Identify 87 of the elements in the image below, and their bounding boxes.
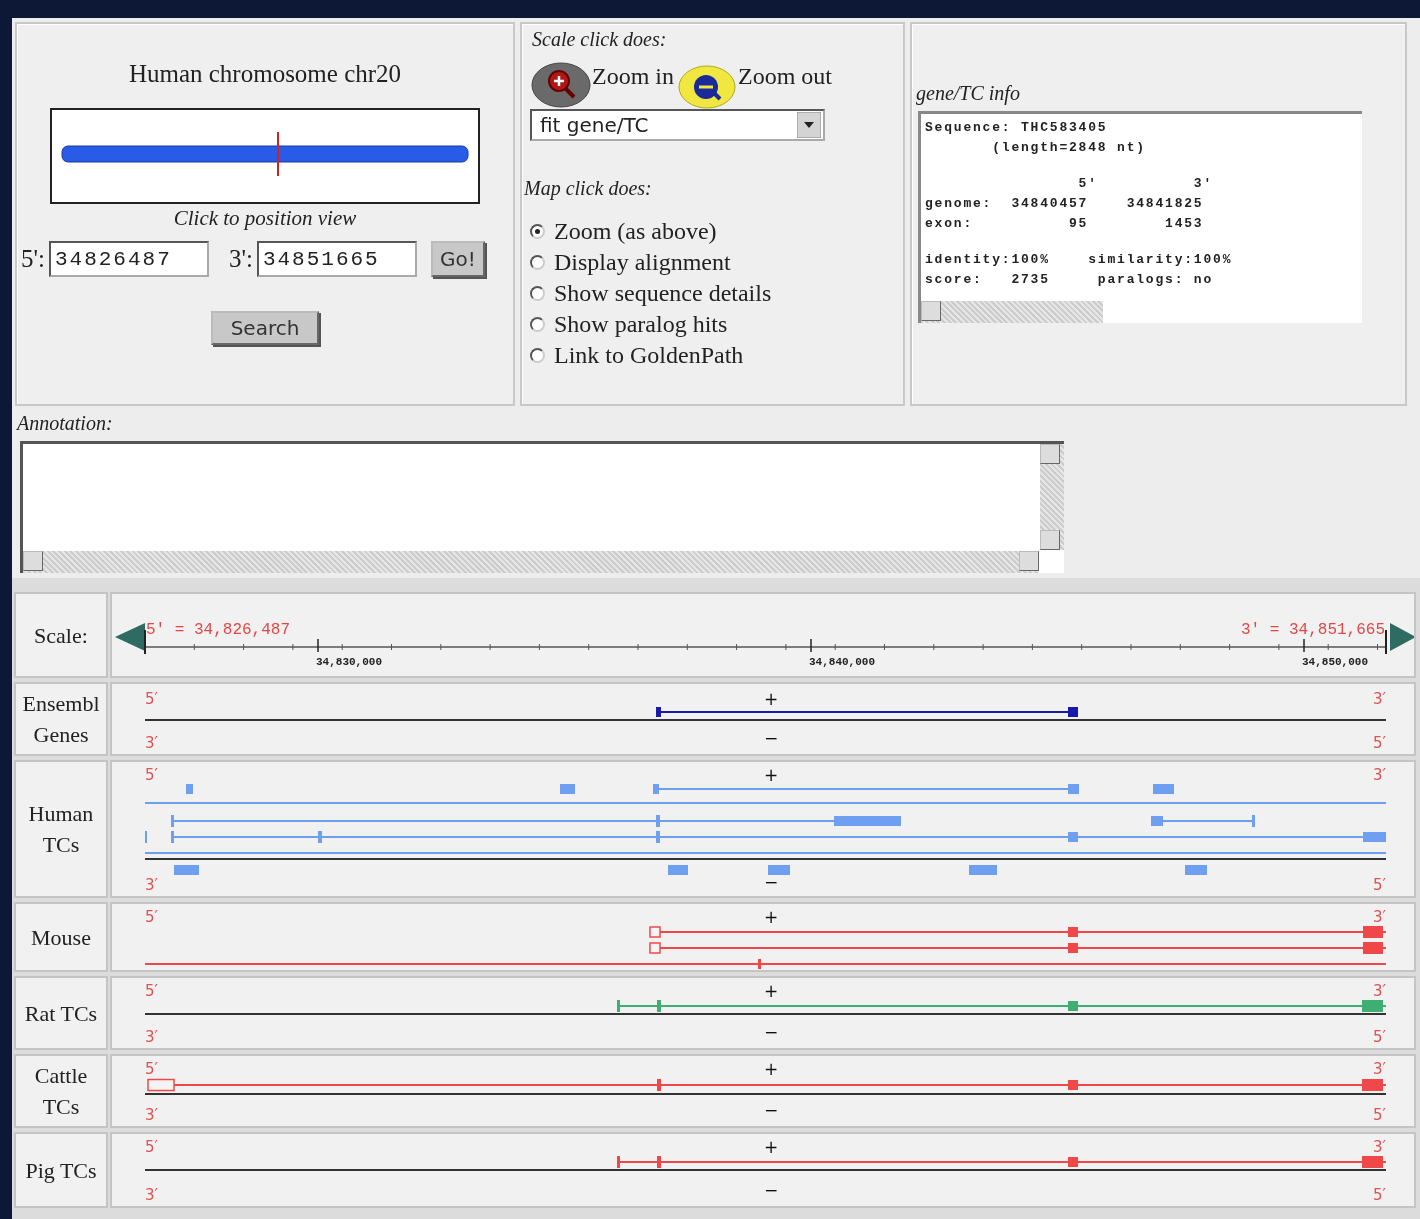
tick-label: 34,830,000 [316,656,382,668]
minus-strand-sign: − [763,1100,779,1120]
scale-start-label: 5′ = 34,826,487 [146,621,291,639]
track-label: Scale: [34,621,88,650]
radio-button[interactable] [530,224,545,239]
info-line: score: 2735 paralogs: no [925,271,1215,289]
info-heading: gene/TC info [916,82,1021,105]
strand-end-label: 3′ [145,876,158,894]
strand-end-label: 5′ [145,690,158,708]
strand-end-label: 3′ [1373,1060,1386,1078]
ideogram-caption: Click to position view [173,206,357,231]
strand-end-label: 5′ [145,766,158,784]
go-button[interactable]: Go! [430,241,485,277]
strand-end-label: 5′ [145,908,158,926]
tick-label: 34,840,000 [809,656,875,668]
track-label: Pig TCs [25,1156,97,1185]
radio-button[interactable] [530,255,545,270]
info-line: genome: 34840457 34841825 [925,195,1205,213]
minus-strand-sign: − [763,1180,779,1200]
start-input[interactable]: 34826487 [48,241,209,277]
strand-end-label: 3′ [1373,1138,1386,1156]
plus-strand-sign: + [763,907,779,927]
strand-end-label: 5′ [1373,876,1386,894]
minus-strand-sign: − [763,728,779,748]
tick-label: 34,850,000 [1302,656,1368,668]
strand-end-label: 3′ [1373,982,1386,1000]
chromosome-title: Human chromosome chr20 [128,60,402,88]
option-label[interactable]: Display alignment [554,249,731,276]
strand-end-label: 5′ [145,982,158,1000]
track-label: Mouse [31,923,91,952]
info-line: Sequence: THC583405 [925,119,1109,137]
option-label[interactable]: Link to GoldenPath [554,342,744,369]
track-label: Cattle TCs [33,1062,89,1121]
zoom-out-label: Zoom out [738,63,832,90]
strand-end-label: 5′ [1373,1186,1386,1204]
strand-end-label: 5′ [1373,1106,1386,1124]
strand-end-label: 3′ [1373,690,1386,708]
info-line: (length=2848 nt) [991,139,1147,157]
option-label[interactable]: Show sequence details [554,280,772,307]
vertical-scrollbar[interactable] [1040,444,1064,550]
search-button[interactable]: Search [210,311,320,345]
info-line: identity:100% similarity:100% [925,251,1234,269]
option-label[interactable]: Zoom (as above) [554,218,717,245]
plus-strand-sign: + [763,765,779,785]
end-input[interactable]: 34851665 [256,241,417,277]
strand-end-label: 5′ [145,1138,158,1156]
radio-button[interactable] [530,348,545,363]
plus-strand-sign: + [763,1137,779,1157]
scale-end-label: 3′ = 34,851,665 [1240,621,1385,639]
track-label: Human TCs [27,800,95,859]
strand-end-label: 5′ [1373,734,1386,752]
track-label: Rat TCs [24,999,98,1028]
horizontal-scrollbar[interactable] [921,301,1103,323]
plus-strand-sign: + [763,689,779,709]
radio-button[interactable] [530,286,545,301]
transcript-drawing[interactable] [656,707,1078,717]
end-label: 3': [228,245,253,273]
option-label[interactable]: Show paralog hits [554,311,728,338]
zoom-mode-dropdown[interactable]: fit gene/TC [530,109,825,141]
strand-end-label: 3′ [1373,766,1386,784]
info-line: 5' 3' [1077,175,1215,193]
start-label: 5': [21,245,45,273]
scroll-left-icon[interactable] [115,623,145,651]
strand-end-label: 3′ [145,1106,158,1124]
strand-end-label: 3′ [145,734,158,752]
annotation-field[interactable] [20,441,1064,573]
horizontal-scrollbar[interactable] [23,551,1039,573]
minus-strand-sign: − [763,872,779,892]
strand-end-label: 3′ [1373,908,1386,926]
strand-end-label: 5′ [1373,1028,1386,1046]
strand-end-label: 3′ [145,1028,158,1046]
scroll-right-icon[interactable] [1390,623,1414,651]
info-line: exon: 95 1453 [925,215,1205,233]
minus-strand-sign: − [763,1022,779,1042]
strand-end-label: 3′ [145,1186,158,1204]
chromosome-ideogram-drawing[interactable] [50,108,480,204]
scale-click-heading: Scale click does: [532,28,668,51]
caret-icon [797,112,821,138]
plus-strand-sign: + [763,1059,779,1079]
radio-button[interactable] [530,317,545,332]
annotation-label: Annotation: [17,412,114,435]
strand-end-label: 5′ [145,1060,158,1078]
zoom-in-label: Zoom in [592,63,674,90]
zoom-in-icon[interactable] [530,59,592,109]
plus-strand-sign: + [763,981,779,1001]
map-click-heading: Map click does: [524,177,653,200]
track-label: Ensembl Genes [21,690,101,749]
